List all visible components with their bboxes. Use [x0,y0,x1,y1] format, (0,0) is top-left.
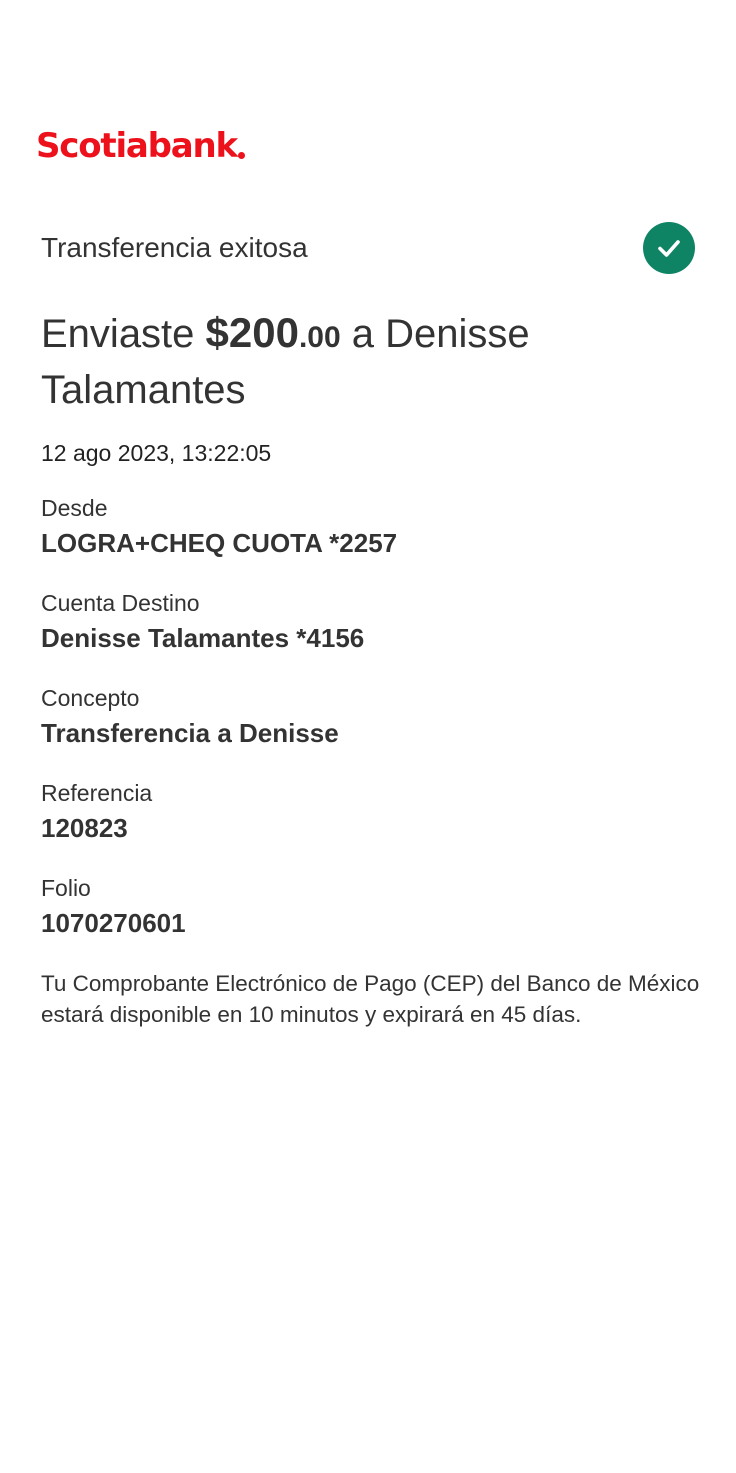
status-title: Transferencia exitosa [41,232,308,263]
reference-label: Referencia [41,780,153,806]
transfer-datetime: 12 ago 2023, 13:22:05 [41,440,272,466]
cep-notice: Tu Comprobante Electrónico de Pago (CEP)… [41,971,700,1027]
concept-value: Transferencia a Denisse [41,718,339,748]
reference-value: 120823 [41,813,128,843]
folio-value: 1070270601 [41,908,186,938]
transfer-summary: Enviaste $200.00 a Denisse Talamantes [41,306,661,417]
amount-main: $200 [205,309,299,356]
concept-label: Concepto [41,685,140,711]
destination-label: Cuenta Destino [41,590,200,616]
from-label: Desde [41,495,108,521]
summary-prefix: Enviaste [41,312,206,356]
check-circle-icon [643,222,695,274]
scotiabank-logo: Scotiabank [36,126,245,166]
checkmark-icon [658,240,680,257]
status-header: Transferencia exitosa [41,222,695,274]
from-value: LOGRA+CHEQ CUOTA *2257 [41,528,398,558]
amount-cents: .00 [298,321,341,354]
logo-dot [237,152,245,159]
destination-value: Denisse Talamantes *4156 [41,623,365,653]
folio-label: Folio [41,875,91,901]
logo-wordmark: Scotiabank [36,126,238,166]
